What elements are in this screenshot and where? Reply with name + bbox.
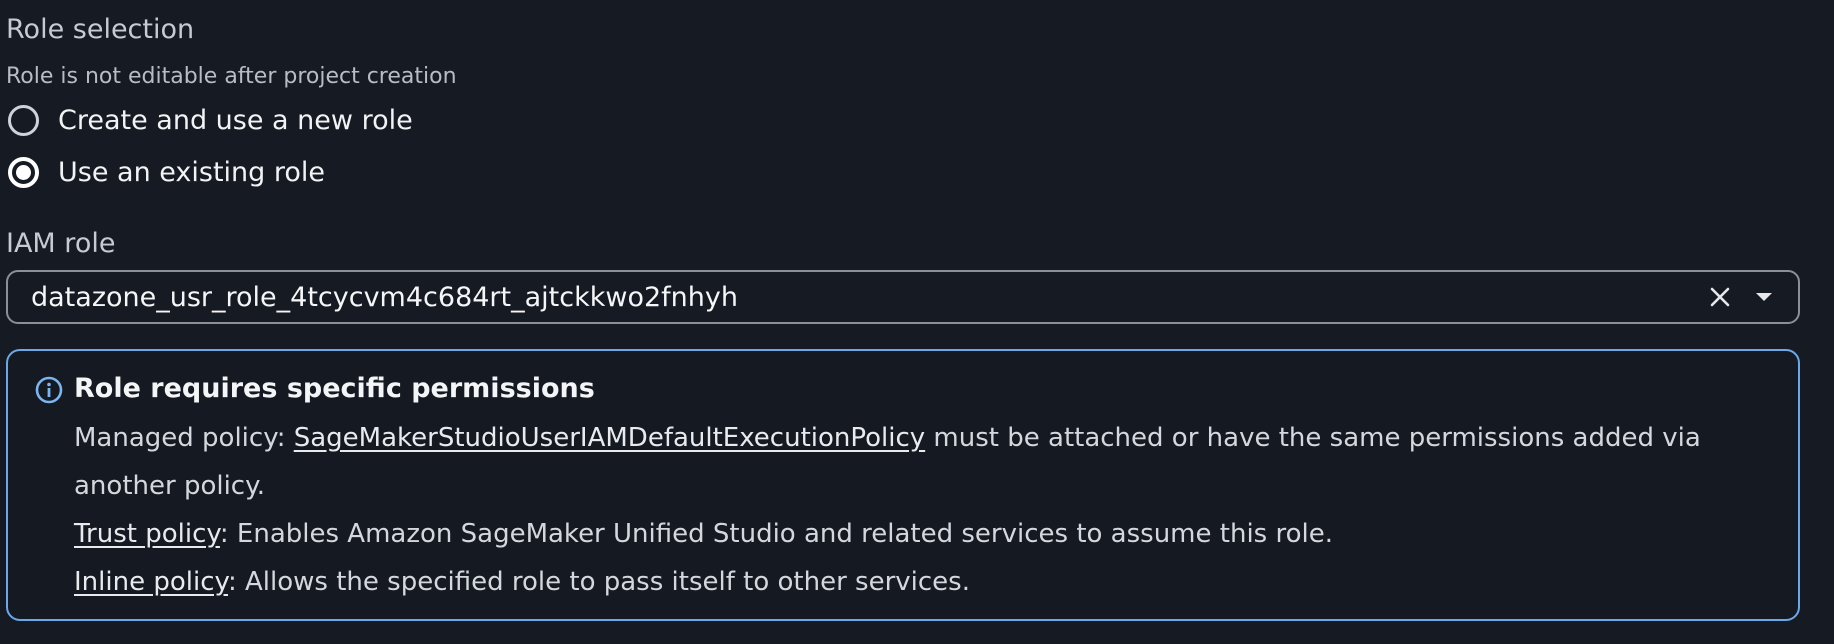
permissions-info-alert: Role requires specific permissions Manag… [6,349,1800,621]
inline-policy-line: Inline policy: Allows the specified role… [74,558,1754,606]
inline-policy-text: : Allows the specified role to pass itse… [227,567,970,597]
inline-policy-link[interactable]: Inline policy [74,567,228,597]
radio-button-unchecked[interactable] [8,105,39,136]
radio-button-checked[interactable] [8,157,39,188]
role-selection-description: Role is not editable after project creat… [6,64,457,89]
managed-policy-line: Managed policy: SageMakerStudioUserIAMDe… [74,414,1754,510]
trust-policy-line: Trust policy: Enables Amazon SageMaker U… [74,510,1754,558]
role-selection-panel: Role selection Role is not editable afte… [0,0,1834,644]
iam-role-label: IAM role [6,228,116,259]
caret-down-icon[interactable] [1744,277,1784,317]
radio-use-existing-role[interactable]: Use an existing role [8,157,325,188]
trust-policy-link[interactable]: Trust policy [74,519,220,549]
radio-dot [16,165,31,180]
close-icon[interactable] [1700,277,1740,317]
managed-policy-link[interactable]: SageMakerStudioUserIAMDefaultExecutionPo… [294,423,925,453]
managed-policy-prefix: Managed policy: [74,423,294,453]
alert-body: Managed policy: SageMakerStudioUserIAMDe… [74,414,1754,606]
iam-role-select[interactable]: datazone_usr_role_4tcycvm4c684rt_ajtckkw… [6,270,1800,324]
trust-policy-text: : Enables Amazon SageMaker Unified Studi… [219,519,1333,549]
iam-role-value: datazone_usr_role_4tcycvm4c684rt_ajtckkw… [31,281,738,313]
role-selection-title: Role selection [6,14,195,45]
radio-label-use-existing-role: Use an existing role [58,157,326,188]
info-icon [34,375,64,405]
radio-label-create-new-role: Create and use a new role [58,105,413,136]
radio-create-new-role[interactable]: Create and use a new role [8,105,413,136]
alert-title: Role requires specific permissions [74,373,595,404]
